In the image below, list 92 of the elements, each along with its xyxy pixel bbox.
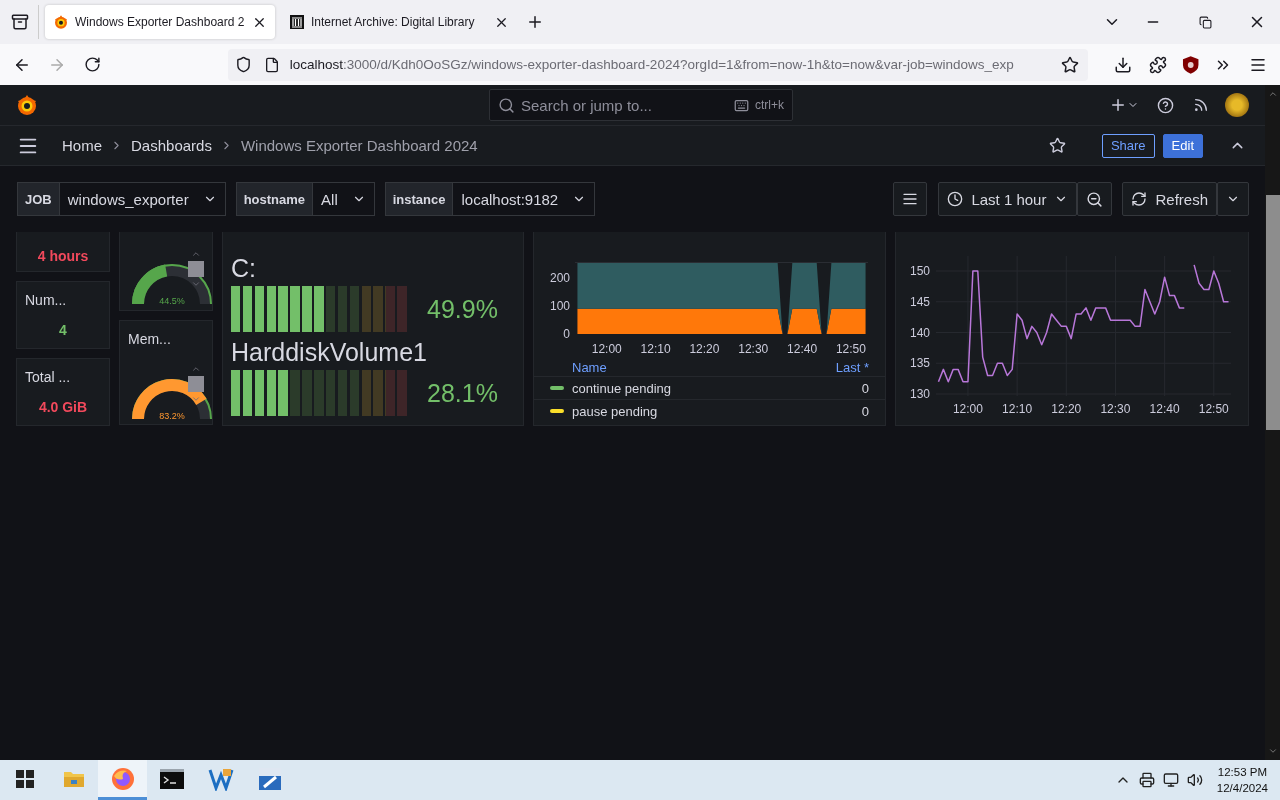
x-tick-label: 12:40 bbox=[1149, 402, 1180, 416]
network-icon[interactable] bbox=[1162, 772, 1179, 788]
x-tick-label: 12:20 bbox=[1051, 402, 1082, 416]
panel-title: Total ... bbox=[24, 368, 72, 385]
stat-value: 4.0 GiB bbox=[37, 398, 89, 415]
y-tick-label: 150 bbox=[909, 264, 930, 278]
y-tick-label: 130 bbox=[909, 387, 930, 401]
zoom-out-button[interactable] bbox=[1077, 182, 1113, 216]
y-tick-label: 200 bbox=[549, 271, 570, 286]
url-text: localhost:3000/d/Kdh0OoSGz/windows-exporter-dashboard-2024?orgId=1&from=now-1h&to=now&var-job=windows_exp bbox=[289, 57, 1015, 72]
x-tick-label: 12:30 bbox=[1100, 402, 1131, 416]
panel-title: Mem... bbox=[127, 330, 172, 347]
y-tick-label: 100 bbox=[549, 299, 570, 314]
terminal-icon bbox=[159, 768, 184, 789]
x-tick-label: 12:30 bbox=[738, 342, 769, 356]
scroll-thumb[interactable] bbox=[188, 261, 204, 277]
stat-value: 4 hours bbox=[36, 247, 90, 264]
bar-gauge-label: C: bbox=[231, 254, 257, 282]
variable-select[interactable]: All bbox=[313, 182, 375, 216]
extension-shield-icon[interactable] bbox=[1182, 54, 1200, 75]
user-avatar[interactable] bbox=[1225, 93, 1249, 117]
printer-icon[interactable] bbox=[1138, 772, 1155, 788]
keyboard-icon bbox=[734, 97, 749, 113]
series-name: pause pending bbox=[572, 403, 659, 419]
gauge-reading: 83.2% bbox=[159, 411, 185, 421]
shortcut-hint: ctrl+k bbox=[755, 98, 784, 112]
grafana-logo-icon[interactable] bbox=[16, 93, 38, 117]
refresh-icon bbox=[1131, 191, 1148, 207]
volume-icon[interactable] bbox=[1186, 772, 1203, 788]
windows-logo-icon bbox=[15, 769, 34, 788]
x-tick-label: 12:10 bbox=[1002, 402, 1033, 416]
breadcrumb[interactable]: Dashboards bbox=[131, 137, 212, 154]
page-scrollbar[interactable] bbox=[1265, 85, 1280, 760]
taskbar-clock[interactable]: 12:53 PM 12/4/2024 bbox=[1216, 764, 1268, 796]
legend-row[interactable]: continue pending 0 bbox=[534, 376, 885, 399]
legend-row[interactable]: pause pending 0 bbox=[534, 399, 885, 422]
grafana-logo-icon bbox=[53, 14, 69, 30]
tab-title: Windows Exporter Dashboard 2 bbox=[75, 15, 245, 29]
view-menu-button[interactable] bbox=[893, 182, 928, 216]
panel-title: Num... bbox=[24, 291, 68, 308]
edit-button[interactable]: Edit bbox=[1162, 133, 1203, 158]
breadcrumb: Windows Exporter Dashboard 2024 bbox=[240, 137, 478, 154]
search-placeholder: Search or jump to... bbox=[521, 96, 653, 114]
clock-date: 12/4/2024 bbox=[1216, 781, 1268, 796]
legend-header[interactable]: Last * bbox=[835, 360, 869, 376]
series-value: 0 bbox=[861, 380, 869, 396]
scroll-thumb[interactable] bbox=[1265, 195, 1280, 430]
variable-label: instance bbox=[384, 182, 454, 216]
scroll-down-icon[interactable] bbox=[191, 394, 201, 404]
scroll-up-icon[interactable] bbox=[1267, 89, 1278, 99]
list-icon bbox=[902, 191, 919, 207]
stat-value: 4 bbox=[58, 321, 68, 338]
variable-select[interactable]: windows_exporter bbox=[59, 182, 226, 216]
refresh-button[interactable]: Refresh bbox=[1122, 182, 1217, 216]
variable-label: hostname bbox=[235, 182, 314, 216]
clock-icon bbox=[947, 191, 964, 207]
columns-building-icon bbox=[289, 14, 305, 30]
clock-time: 12:53 PM bbox=[1217, 765, 1268, 780]
y-tick-label: 140 bbox=[909, 325, 930, 340]
x-tick-label: 12:00 bbox=[591, 342, 622, 356]
time-range-picker[interactable]: Last 1 hour bbox=[938, 182, 1078, 216]
legend-header[interactable]: Name bbox=[572, 360, 607, 376]
browser-tab[interactable]: Internet Archive: Digital Library bbox=[281, 5, 517, 39]
tab-title: Internet Archive: Digital Library bbox=[311, 15, 476, 29]
series-name: continue pending bbox=[572, 380, 673, 396]
app-icon bbox=[257, 766, 282, 791]
x-tick-label: 12:50 bbox=[1198, 402, 1229, 416]
variable-select[interactable]: localhost:9182 bbox=[453, 182, 596, 216]
breadcrumb[interactable]: Home bbox=[62, 137, 102, 154]
share-button[interactable]: Share bbox=[1101, 133, 1155, 158]
code-editor-icon bbox=[207, 766, 234, 791]
bar-gauge-label: HarddiskVolume1 bbox=[231, 338, 428, 366]
bar-gauge-reading: 28.1% bbox=[427, 378, 497, 408]
y-tick-label: 145 bbox=[909, 294, 930, 309]
x-tick-label: 12:20 bbox=[689, 342, 720, 356]
zoom-out-icon bbox=[1086, 190, 1104, 208]
address-bar[interactable]: localhost:3000/d/Kdh0OoSGz/windows-exporter-dashboard-2024?orgId=1&from=now-1h&to=now&var-job=windows_exp bbox=[227, 48, 1088, 81]
y-tick-label: 135 bbox=[909, 356, 930, 371]
browser-tab[interactable]: Windows Exporter Dashboard 2 bbox=[45, 5, 275, 39]
firefox-icon bbox=[110, 766, 135, 791]
search-field[interactable]: Search or jump to... ctrl+k bbox=[489, 89, 793, 121]
series-value: 0 bbox=[861, 403, 869, 419]
x-tick-label: 12:50 bbox=[835, 342, 866, 356]
scroll-thumb[interactable] bbox=[188, 376, 204, 392]
gauge-reading: 44.5% bbox=[159, 296, 185, 306]
x-tick-label: 12:40 bbox=[787, 342, 818, 356]
y-tick-label: 0 bbox=[563, 327, 570, 341]
search-icon bbox=[498, 96, 515, 114]
bar-gauge-reading: 49.9% bbox=[427, 294, 497, 324]
x-tick-label: 12:00 bbox=[952, 402, 983, 416]
x-tick-label: 12:10 bbox=[640, 342, 671, 356]
variable-label: JOB bbox=[17, 182, 60, 216]
